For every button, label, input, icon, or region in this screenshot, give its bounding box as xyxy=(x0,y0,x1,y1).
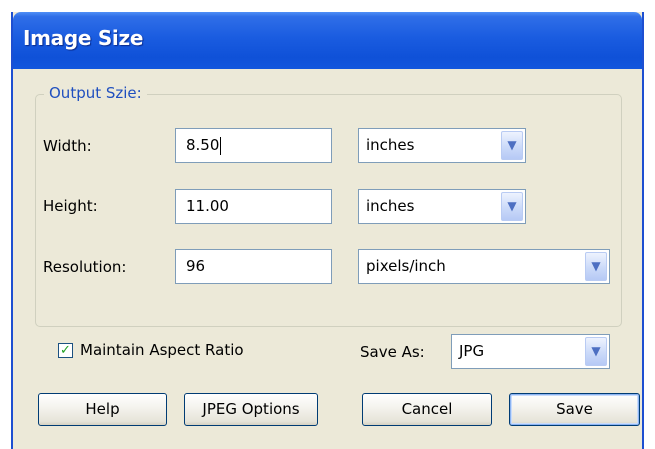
save-as-label: Save As: xyxy=(360,343,425,361)
save-as-select[interactable]: JPG ▼ xyxy=(451,334,610,369)
output-size-legend: Output Szie: xyxy=(44,84,147,102)
resolution-label: Resolution: xyxy=(43,258,127,276)
text-cursor xyxy=(220,136,222,155)
resolution-unit-select[interactable]: pixels/inch ▼ xyxy=(358,249,610,284)
height-input[interactable]: 11.00 xyxy=(175,189,332,224)
height-unit-select[interactable]: inches ▼ xyxy=(358,189,526,224)
width-value: 8.50 xyxy=(186,136,220,154)
height-value: 11.00 xyxy=(186,197,229,215)
resolution-value: 96 xyxy=(186,257,206,275)
chevron-down-icon[interactable]: ▼ xyxy=(501,131,523,160)
image-size-dialog: Image Size Output Szie: Width: 8.50 inch… xyxy=(11,12,644,449)
width-input[interactable]: 8.50 xyxy=(175,128,332,163)
help-button[interactable]: Help xyxy=(38,393,167,426)
cancel-button[interactable]: Cancel xyxy=(362,393,492,426)
chevron-down-icon[interactable]: ▼ xyxy=(585,252,607,281)
width-unit-value: inches xyxy=(366,136,415,154)
maintain-aspect-checkbox[interactable]: ✓ xyxy=(58,343,73,358)
maintain-aspect-label[interactable]: Maintain Aspect Ratio xyxy=(80,341,244,359)
height-label: Height: xyxy=(43,197,98,215)
height-unit-value: inches xyxy=(366,197,415,215)
width-unit-select[interactable]: inches ▼ xyxy=(358,128,526,163)
title-bar[interactable]: Image Size xyxy=(13,12,642,69)
save-button[interactable]: Save xyxy=(509,393,640,426)
dialog-title: Image Size xyxy=(23,26,144,50)
resolution-input[interactable]: 96 xyxy=(175,249,332,284)
save-as-value: JPG xyxy=(459,342,485,360)
resolution-unit-value: pixels/inch xyxy=(366,257,446,275)
jpeg-options-button[interactable]: JPEG Options xyxy=(184,393,318,426)
width-label: Width: xyxy=(43,137,92,155)
chevron-down-icon[interactable]: ▼ xyxy=(585,337,607,366)
chevron-down-icon[interactable]: ▼ xyxy=(501,192,523,221)
